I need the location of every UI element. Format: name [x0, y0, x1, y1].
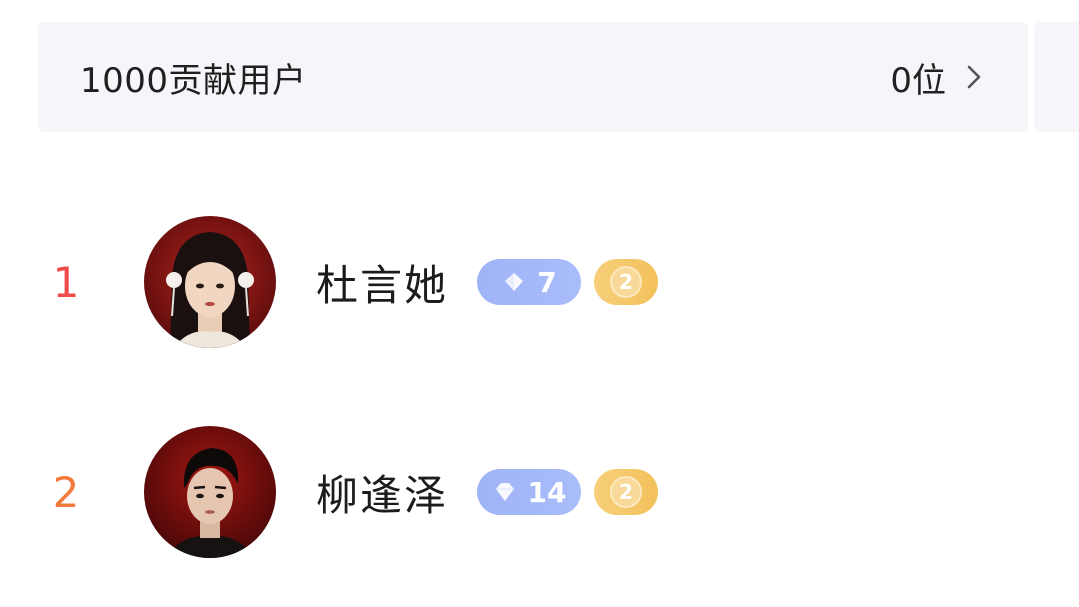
contributors-count: 0位 — [890, 60, 946, 101]
gem-level-badge: 7 — [477, 259, 581, 305]
coin-level-badge: 2 — [594, 259, 658, 305]
male-avatar-icon — [144, 426, 276, 558]
user-avatar[interactable] — [144, 216, 276, 348]
coin-icon: 2 — [610, 476, 642, 508]
ranking-row[interactable]: 1 杜言她 7 2 — [0, 212, 1079, 352]
gem-level-value: 14 — [527, 475, 567, 509]
gem-level-badge: 14 — [477, 469, 581, 515]
rank-number: 2 — [52, 467, 80, 517]
ranking-row[interactable]: 2 柳逢泽 14 2 — [0, 422, 1079, 562]
gem-level-value: 7 — [537, 265, 557, 299]
contributors-title: 1000贡献用户 — [80, 60, 307, 101]
coin-level-badge: 2 — [594, 469, 658, 515]
contribution-ranking-page: 1000贡献用户 0位 1 杜言她 7 2 2 柳逢泽 14 2 — [0, 0, 1079, 607]
coin-level-value: 2 — [619, 480, 633, 504]
rank-number: 1 — [52, 257, 80, 307]
gem-icon — [495, 483, 514, 501]
user-name[interactable]: 杜言她 — [316, 252, 448, 313]
user-name[interactable]: 柳逢泽 — [316, 462, 448, 523]
next-card-edge — [1034, 22, 1079, 132]
coin-level-value: 2 — [619, 270, 633, 294]
coin-icon: 2 — [610, 266, 642, 298]
contributors-right: 0位 — [890, 53, 988, 102]
user-avatar[interactable] — [144, 426, 276, 558]
female-avatar-icon — [144, 216, 276, 348]
contributors-entry[interactable]: 1000贡献用户 0位 — [38, 22, 1028, 132]
chevron-right-icon — [967, 65, 981, 89]
gem-icon — [505, 273, 524, 291]
